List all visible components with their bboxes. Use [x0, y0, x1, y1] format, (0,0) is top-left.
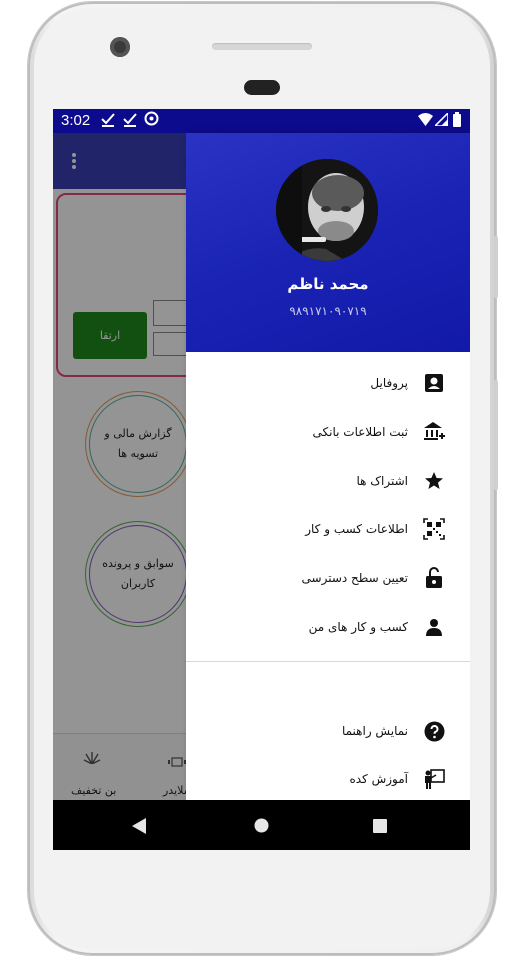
- at-sync-icon: [144, 111, 159, 129]
- menu-item-business-info[interactable]: اطلاعات کسب و کار: [186, 508, 470, 554]
- menu-item-label: نمایش راهنما: [341, 724, 408, 738]
- menu-item-label: آموزش کده: [349, 772, 408, 786]
- account-box-icon: [423, 372, 445, 394]
- menu-item-bank-info[interactable]: ثبت اطلاعات بانکی: [186, 411, 470, 457]
- front-camera: [110, 37, 130, 57]
- qrcode-icon: [423, 518, 445, 540]
- check-underline-icon: [123, 111, 137, 130]
- menu-item-access-level[interactable]: تعیین سطح دسترسی: [186, 557, 470, 603]
- user-name: محمد ناظم: [287, 275, 369, 293]
- status-bar: 3:02: [53, 109, 470, 133]
- device-screen: 3:02 ارتقا گزارش مالی و تسویه ها سوابق و…: [53, 109, 470, 850]
- menu-item-profile[interactable]: پروفایل: [186, 362, 470, 408]
- navigation-drawer: محمد ناظم ۹۸۹۱۷۱۰۹۰۷۱۹ پروفایل ثبت اطلاع…: [186, 133, 470, 800]
- menu-item-show-help[interactable]: نمایش راهنما: [186, 710, 470, 756]
- drawer-header: محمد ناظم ۹۸۹۱۷۱۰۹۰۷۱۹: [186, 133, 470, 352]
- menu-item-label: اشتراک ها: [356, 474, 408, 488]
- help-circle-icon: [423, 720, 445, 742]
- battery-icon: [453, 112, 461, 130]
- signal-icon: [433, 111, 449, 129]
- menu-item-label: اطلاعات کسب و کار: [305, 522, 408, 536]
- menu-item-subscriptions[interactable]: اشتراک ها: [186, 460, 470, 506]
- avatar[interactable]: [276, 159, 378, 261]
- proximity-sensor: [244, 80, 280, 95]
- menu-item-label: پروفایل: [370, 376, 408, 390]
- menu-item-label: ثبت اطلاعات بانکی: [312, 425, 409, 439]
- bank-plus-icon: [423, 421, 445, 443]
- wifi-icon: [418, 113, 433, 129]
- menu-item-my-businesses[interactable]: کسب و کار های من: [186, 606, 470, 652]
- drawer-divider: [186, 661, 470, 662]
- status-time: 3:02: [61, 112, 91, 129]
- power-button: [494, 380, 498, 490]
- user-phone: ۹۸۹۱۷۱۰۹۰۷۱۹: [289, 304, 367, 318]
- recents-icon[interactable]: [373, 818, 387, 837]
- earpiece-speaker: [212, 43, 312, 50]
- person-icon: [423, 616, 445, 638]
- system-navigation-bar: [53, 800, 470, 850]
- star-icon: [423, 470, 445, 492]
- check-underline-icon: [101, 111, 115, 130]
- lock-open-icon: [423, 567, 445, 589]
- back-icon[interactable]: [132, 818, 146, 838]
- menu-item-label: کسب و کار های من: [308, 620, 408, 634]
- volume-button: [494, 236, 498, 298]
- home-icon[interactable]: [254, 818, 269, 837]
- teacher-board-icon: [423, 768, 445, 790]
- menu-item-academy[interactable]: آموزش کده: [186, 758, 470, 804]
- menu-item-label: تعیین سطح دسترسی: [301, 571, 408, 585]
